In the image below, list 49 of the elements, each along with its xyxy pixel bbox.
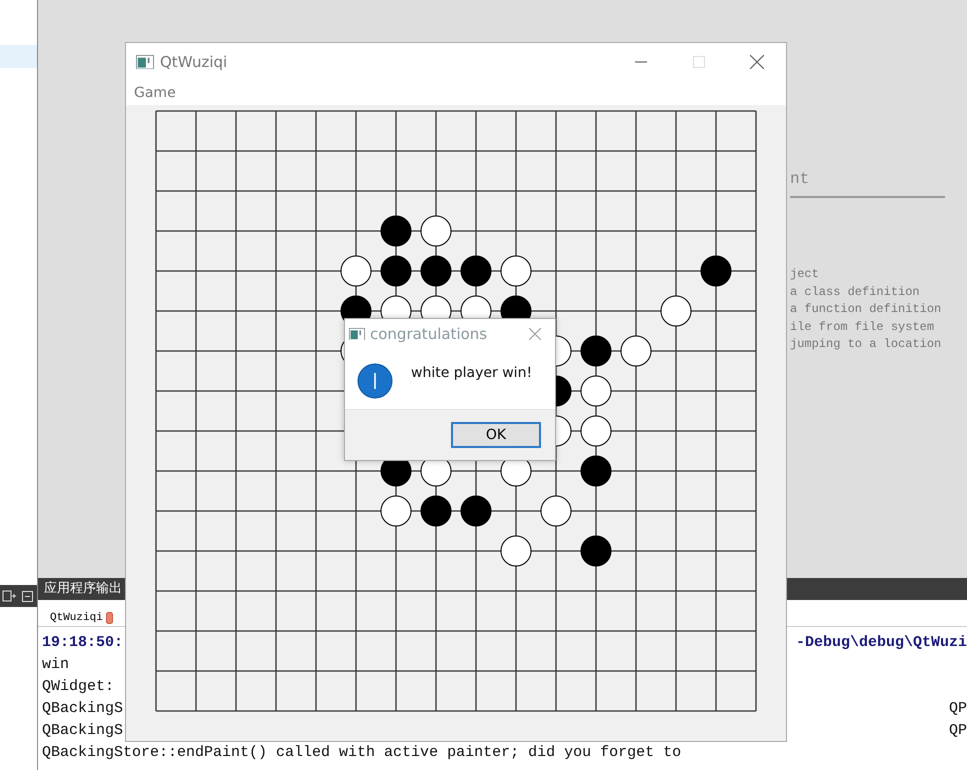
close-icon[interactable]	[106, 612, 113, 624]
panel-heading: nt	[790, 170, 945, 198]
log-text: QBackingStore::endPaint() called with active painter; did you forget to	[42, 744, 682, 760]
stone	[420, 216, 452, 246]
log-text: QWidget:	[42, 678, 114, 694]
stone	[500, 256, 532, 286]
dialog-title: congratulations	[370, 325, 488, 343]
stone	[420, 496, 452, 526]
app-icon	[136, 54, 154, 70]
log-text: QBackingS	[42, 722, 124, 738]
hint-line: jumping to a location	[790, 336, 942, 354]
log-text: win	[42, 656, 70, 672]
stone	[380, 496, 412, 526]
window-title: QtWuziqi	[160, 53, 228, 71]
stone	[580, 376, 612, 406]
stone	[340, 256, 372, 286]
stone	[460, 256, 492, 286]
hint-line: a class definition	[790, 284, 921, 301]
stone	[460, 496, 492, 526]
stone	[660, 296, 692, 326]
stone	[580, 536, 612, 566]
stone	[580, 456, 612, 486]
stone	[700, 256, 732, 286]
stone	[580, 336, 612, 366]
stone	[540, 496, 572, 526]
minimize-icon[interactable]	[635, 61, 647, 63]
message-text: white player win!	[411, 365, 532, 381]
output-tab[interactable]: QtWuziqi	[48, 610, 115, 626]
log-text: QBackingS	[42, 700, 124, 716]
stone	[380, 216, 412, 246]
log-text: QP	[948, 700, 967, 716]
close-icon[interactable]	[750, 55, 764, 69]
menu-item[interactable]: Game	[134, 85, 176, 101]
hint-line: a function definition	[790, 301, 942, 318]
log-text: QP	[948, 722, 967, 738]
log-text: 19:18:50:	[42, 634, 124, 650]
ok-button[interactable]: OK	[451, 422, 541, 448]
stone	[380, 256, 412, 286]
log-text: -Debug\debug\QtWuzi	[796, 634, 967, 650]
hint-line: ject	[790, 266, 820, 283]
stone	[620, 336, 652, 366]
collapse-icon[interactable]	[22, 590, 33, 602]
split-icon[interactable]	[2, 590, 16, 602]
hint-line: ile from file system	[790, 318, 936, 336]
stone	[500, 536, 532, 566]
info-icon	[357, 363, 393, 399]
stone	[580, 416, 612, 446]
stone	[420, 256, 452, 286]
app-icon	[349, 328, 365, 340]
